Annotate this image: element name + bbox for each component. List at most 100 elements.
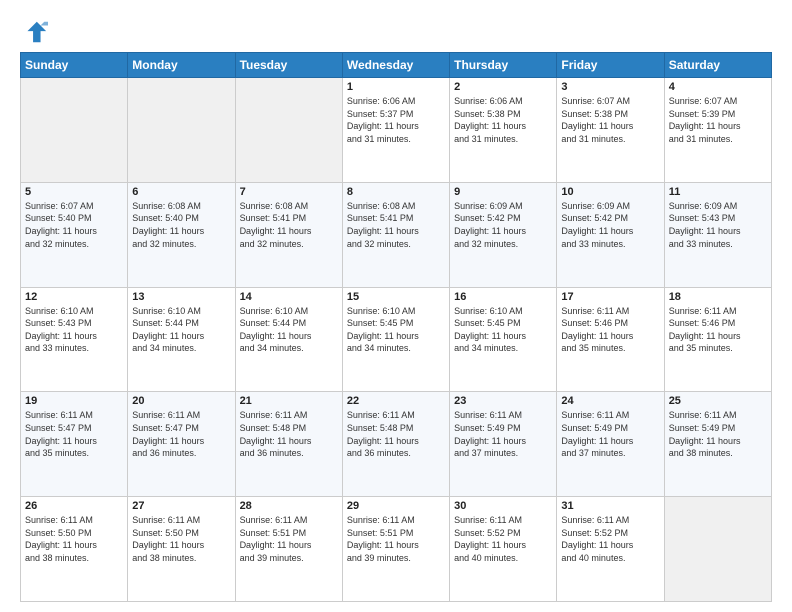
calendar-cell: 11 Sunrise: 6:09 AM Sunset: 5:43 PM Dayli… (664, 182, 771, 287)
day-info: Sunrise: 6:07 AM Sunset: 5:38 PM Dayligh… (561, 95, 659, 145)
day-info: Sunrise: 6:08 AM Sunset: 5:41 PM Dayligh… (347, 200, 445, 250)
day-info: Sunrise: 6:08 AM Sunset: 5:41 PM Dayligh… (240, 200, 338, 250)
day-info: Sunrise: 6:11 AM Sunset: 5:47 PM Dayligh… (25, 409, 123, 459)
calendar-cell: 1 Sunrise: 6:06 AM Sunset: 5:37 PM Daylig… (342, 78, 449, 183)
day-info: Sunrise: 6:09 AM Sunset: 5:42 PM Dayligh… (561, 200, 659, 250)
day-info: Sunrise: 6:11 AM Sunset: 5:52 PM Dayligh… (561, 514, 659, 564)
day-info: Sunrise: 6:10 AM Sunset: 5:44 PM Dayligh… (132, 305, 230, 355)
day-info: Sunrise: 6:10 AM Sunset: 5:45 PM Dayligh… (347, 305, 445, 355)
calendar-cell: 10 Sunrise: 6:09 AM Sunset: 5:42 PM Dayli… (557, 182, 664, 287)
calendar-cell (235, 78, 342, 183)
calendar-cell: 28 Sunrise: 6:11 AM Sunset: 5:51 PM Dayli… (235, 497, 342, 602)
day-number: 28 (240, 500, 338, 512)
day-info: Sunrise: 6:10 AM Sunset: 5:43 PM Dayligh… (25, 305, 123, 355)
day-number: 5 (25, 186, 123, 198)
calendar-cell: 12 Sunrise: 6:10 AM Sunset: 5:43 PM Dayli… (21, 287, 128, 392)
day-info: Sunrise: 6:06 AM Sunset: 5:37 PM Dayligh… (347, 95, 445, 145)
day-info: Sunrise: 6:11 AM Sunset: 5:49 PM Dayligh… (669, 409, 767, 459)
day-info: Sunrise: 6:09 AM Sunset: 5:43 PM Dayligh… (669, 200, 767, 250)
day-number: 19 (25, 395, 123, 407)
calendar-cell: 8Sunrise: 6:08 AM Sunset: 5:41 PM Daylig… (342, 182, 449, 287)
calendar-cell: 15 Sunrise: 6:10 AM Sunset: 5:45 PM Dayli… (342, 287, 449, 392)
day-info: Sunrise: 6:11 AM Sunset: 5:48 PM Dayligh… (347, 409, 445, 459)
calendar-cell: 21 Sunrise: 6:11 AM Sunset: 5:48 PM Dayli… (235, 392, 342, 497)
day-number: 7 (240, 186, 338, 198)
day-number: 17 (561, 291, 659, 303)
day-number: 11 (669, 186, 767, 198)
day-number: 1 (347, 81, 445, 93)
calendar-cell: 25 Sunrise: 6:11 AM Sunset: 5:49 PM Dayli… (664, 392, 771, 497)
calendar-cell: 31Sunrise: 6:11 AM Sunset: 5:52 PM Dayli… (557, 497, 664, 602)
day-number: 6 (132, 186, 230, 198)
day-number: 12 (25, 291, 123, 303)
day-number: 25 (669, 395, 767, 407)
day-number: 10 (561, 186, 659, 198)
day-info: Sunrise: 6:11 AM Sunset: 5:50 PM Dayligh… (132, 514, 230, 564)
calendar-cell: 3 Sunrise: 6:07 AM Sunset: 5:38 PM Daylig… (557, 78, 664, 183)
day-info: Sunrise: 6:09 AM Sunset: 5:42 PM Dayligh… (454, 200, 552, 250)
calendar-cell: 4 Sunrise: 6:07 AM Sunset: 5:39 PM Daylig… (664, 78, 771, 183)
day-number: 3 (561, 81, 659, 93)
day-number: 13 (132, 291, 230, 303)
day-number: 16 (454, 291, 552, 303)
calendar-cell: 20Sunrise: 6:11 AM Sunset: 5:47 PM Dayli… (128, 392, 235, 497)
day-number: 20 (132, 395, 230, 407)
day-info: Sunrise: 6:08 AM Sunset: 5:40 PM Dayligh… (132, 200, 230, 250)
day-info: Sunrise: 6:10 AM Sunset: 5:44 PM Dayligh… (240, 305, 338, 355)
calendar-header-tuesday: Tuesday (235, 53, 342, 78)
day-info: Sunrise: 6:11 AM Sunset: 5:46 PM Dayligh… (561, 305, 659, 355)
calendar-cell: 22 Sunrise: 6:11 AM Sunset: 5:48 PM Dayli… (342, 392, 449, 497)
calendar-cell: 27 Sunrise: 6:11 AM Sunset: 5:50 PM Dayli… (128, 497, 235, 602)
day-number: 9 (454, 186, 552, 198)
day-number: 15 (347, 291, 445, 303)
day-info: Sunrise: 6:11 AM Sunset: 5:49 PM Dayligh… (561, 409, 659, 459)
calendar-header-saturday: Saturday (664, 53, 771, 78)
calendar-cell: 13 Sunrise: 6:10 AM Sunset: 5:44 PM Dayli… (128, 287, 235, 392)
day-number: 26 (25, 500, 123, 512)
day-info: Sunrise: 6:11 AM Sunset: 5:51 PM Dayligh… (240, 514, 338, 564)
calendar-week-row: 1 Sunrise: 6:06 AM Sunset: 5:37 PM Daylig… (21, 78, 772, 183)
calendar-cell (664, 497, 771, 602)
calendar-cell: 7 Sunrise: 6:08 AM Sunset: 5:41 PM Daylig… (235, 182, 342, 287)
day-info: Sunrise: 6:11 AM Sunset: 5:49 PM Dayligh… (454, 409, 552, 459)
calendar-cell: 2 Sunrise: 6:06 AM Sunset: 5:38 PM Daylig… (450, 78, 557, 183)
calendar-cell: 5 Sunrise: 6:07 AM Sunset: 5:40 PM Daylig… (21, 182, 128, 287)
calendar-cell (21, 78, 128, 183)
day-info: Sunrise: 6:06 AM Sunset: 5:38 PM Dayligh… (454, 95, 552, 145)
day-info: Sunrise: 6:11 AM Sunset: 5:48 PM Dayligh… (240, 409, 338, 459)
calendar-week-row: 26 Sunrise: 6:11 AM Sunset: 5:50 PM Dayli… (21, 497, 772, 602)
day-number: 29 (347, 500, 445, 512)
calendar-header-sunday: Sunday (21, 53, 128, 78)
day-info: Sunrise: 6:11 AM Sunset: 5:51 PM Dayligh… (347, 514, 445, 564)
day-number: 21 (240, 395, 338, 407)
calendar-header-wednesday: Wednesday (342, 53, 449, 78)
calendar-cell: 26 Sunrise: 6:11 AM Sunset: 5:50 PM Dayli… (21, 497, 128, 602)
day-number: 30 (454, 500, 552, 512)
calendar-week-row: 19 Sunrise: 6:11 AM Sunset: 5:47 PM Dayli… (21, 392, 772, 497)
day-number: 22 (347, 395, 445, 407)
calendar-cell: 18Sunrise: 6:11 AM Sunset: 5:46 PM Dayli… (664, 287, 771, 392)
calendar-cell: 9 Sunrise: 6:09 AM Sunset: 5:42 PM Daylig… (450, 182, 557, 287)
day-number: 27 (132, 500, 230, 512)
calendar-cell: 24Sunrise: 6:11 AM Sunset: 5:49 PM Dayli… (557, 392, 664, 497)
calendar-header-monday: Monday (128, 53, 235, 78)
day-info: Sunrise: 6:11 AM Sunset: 5:52 PM Dayligh… (454, 514, 552, 564)
calendar-cell: 29 Sunrise: 6:11 AM Sunset: 5:51 PM Dayli… (342, 497, 449, 602)
page: SundayMondayTuesdayWednesdayThursdayFrid… (0, 0, 792, 612)
calendar-header-friday: Friday (557, 53, 664, 78)
day-info: Sunrise: 6:11 AM Sunset: 5:46 PM Dayligh… (669, 305, 767, 355)
day-number: 4 (669, 81, 767, 93)
calendar-cell: 19 Sunrise: 6:11 AM Sunset: 5:47 PM Dayli… (21, 392, 128, 497)
day-number: 23 (454, 395, 552, 407)
day-info: Sunrise: 6:07 AM Sunset: 5:40 PM Dayligh… (25, 200, 123, 250)
day-info: Sunrise: 6:07 AM Sunset: 5:39 PM Dayligh… (669, 95, 767, 145)
day-info: Sunrise: 6:11 AM Sunset: 5:50 PM Dayligh… (25, 514, 123, 564)
day-number: 2 (454, 81, 552, 93)
calendar-cell: 17 Sunrise: 6:11 AM Sunset: 5:46 PM Dayli… (557, 287, 664, 392)
day-number: 14 (240, 291, 338, 303)
calendar-cell: 23 Sunrise: 6:11 AM Sunset: 5:49 PM Dayli… (450, 392, 557, 497)
calendar-cell: 30 Sunrise: 6:11 AM Sunset: 5:52 PM Dayli… (450, 497, 557, 602)
calendar-cell: 6 Sunrise: 6:08 AM Sunset: 5:40 PM Daylig… (128, 182, 235, 287)
logo (20, 18, 52, 46)
calendar-table: SundayMondayTuesdayWednesdayThursdayFrid… (20, 52, 772, 602)
